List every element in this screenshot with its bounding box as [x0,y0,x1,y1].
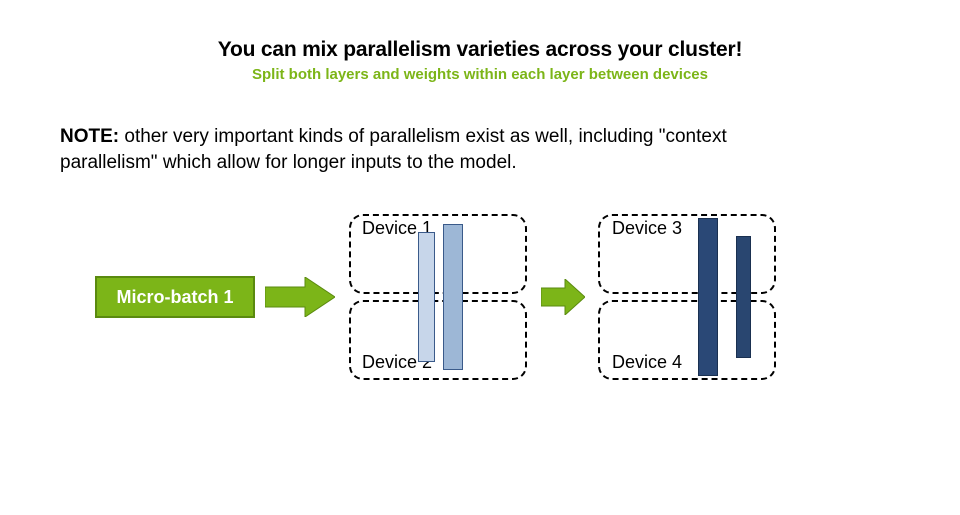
layer-bar [443,224,463,370]
device-label-4: Device 4 [612,352,682,373]
note-body: other very important kinds of parallelis… [60,126,727,173]
arrow-icon [541,279,585,315]
microbatch-label: Micro-batch 1 [116,287,233,308]
microbatch-box: Micro-batch 1 [95,276,255,318]
page-title: You can mix parallelism varieties across… [0,38,960,62]
layer-bar [418,232,435,362]
device-label-3: Device 3 [612,218,682,239]
note-label: NOTE: [60,126,119,147]
note-text: NOTE: other very important kinds of para… [60,124,780,175]
layer-bar [736,236,751,358]
arrow-icon [265,277,335,317]
layer-bar [698,218,718,376]
page-subtitle: Split both layers and weights within eac… [0,66,960,83]
